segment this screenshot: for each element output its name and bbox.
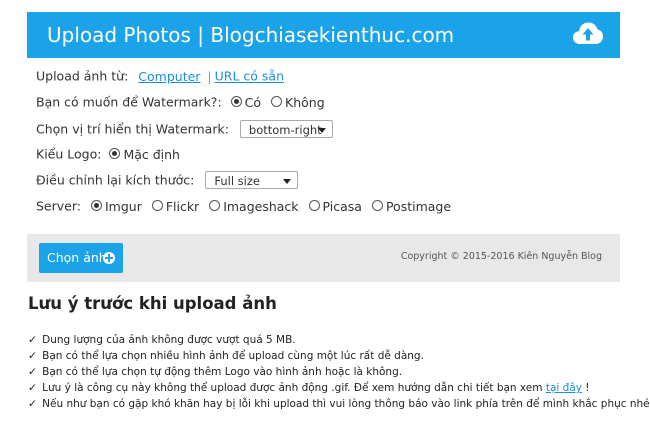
choose-image-button[interactable]: Chọn ảnh (39, 243, 123, 273)
server-imageshack-radio[interactable] (209, 200, 221, 211)
chevron-down-icon (283, 178, 292, 184)
server-imageshack-label: Imageshack (223, 198, 299, 214)
server-flickr-label: Flickr (165, 198, 200, 214)
logo-default-radio[interactable] (109, 148, 121, 159)
separator: | (207, 68, 212, 84)
resize-label: Điều chỉnh lại kích thước: (36, 172, 195, 188)
guide-link[interactable]: tại đây (546, 382, 582, 394)
resize-select[interactable]: Full size (205, 170, 299, 189)
server-label: Server: (36, 198, 81, 214)
note-text-end: ! (581, 382, 590, 394)
upload-from-label: Upload ảnh từ: (36, 68, 129, 84)
copyright-text: Copyright © 2015-2016 Kiên Nguyễn Blog (400, 251, 602, 262)
watermark-position-select[interactable]: bottom-right (239, 119, 333, 138)
check-icon: ✓ (28, 366, 37, 378)
list-item: ✓ Dung lượng của ảnh không được vượt quá… (28, 332, 650, 348)
upload-panel: Upload Photos | Blogchiasekienthuc.com U… (27, 12, 620, 282)
row-resize: Điều chỉnh lại kích thước: Full size (36, 170, 299, 190)
logo-default-label: Mặc định (123, 146, 180, 162)
list-item: ✓ Nếu như bạn có gặp khó khăn hay bị lỗi… (28, 396, 650, 412)
note-text: Dung lượng của ảnh không được vượt quá 5… (42, 334, 296, 346)
plus-circle-icon (103, 252, 115, 264)
server-picasa-label: Picasa (322, 198, 362, 214)
header-bar: Upload Photos | Blogchiasekienthuc.com (27, 12, 620, 58)
choose-image-label: Chọn ảnh (47, 250, 107, 265)
logo-type-label: Kiểu Logo: (36, 146, 102, 162)
watermark-no-radio[interactable] (271, 96, 283, 107)
page-title: Upload Photos | Blogchiasekienthuc.com (47, 23, 455, 47)
list-item: ✓ Lưu ý là công cụ này không thể upload … (28, 380, 650, 396)
cloud-upload-icon[interactable] (572, 20, 604, 48)
row-logo-type: Kiểu Logo: Mặc định (36, 144, 184, 164)
check-icon: ✓ (28, 334, 37, 346)
server-imgur-label: Imgur (104, 198, 142, 214)
list-item: ✓ Bạn có thể lựa chọn tự động thêm Logo … (28, 364, 650, 380)
chevron-down-icon (317, 127, 326, 133)
watermark-no-label: Không (285, 94, 325, 110)
server-imgur-radio[interactable] (90, 200, 102, 211)
server-flickr-radio[interactable] (151, 200, 163, 211)
row-watermark: Bạn có muốn để Watermark?: Có Không (36, 92, 329, 112)
check-icon: ✓ (28, 350, 37, 362)
watermark-yes-radio[interactable] (230, 96, 242, 107)
check-icon: ✓ (28, 398, 37, 410)
note-text: Bạn có thể lựa chọn nhiều hình ảnh để up… (42, 350, 424, 362)
list-item: ✓ Bạn có thể lựa chọn nhiều hình ảnh để … (28, 348, 650, 364)
upload-from-url-link[interactable]: URL có sẵn (215, 69, 284, 84)
watermark-position-value: bottom-right (248, 122, 322, 137)
server-postimage-label: Postimage (385, 198, 452, 214)
row-upload-from: Upload ảnh từ: Computer | URL có sẵn (36, 66, 284, 86)
notes-title: Lưu ý trước khi upload ảnh (28, 294, 277, 313)
watermark-position-label: Chọn vị trí hiển thị Watermark: (36, 121, 229, 137)
page: Upload Photos | Blogchiasekienthuc.com U… (0, 0, 650, 428)
note-text: Bạn có thể lựa chọn tự động thêm Logo và… (42, 366, 403, 378)
row-watermark-position: Chọn vị trí hiển thị Watermark: bottom-r… (36, 119, 333, 139)
note-text: Nếu như bạn có gặp khó khăn hay bị lỗi k… (42, 398, 650, 410)
watermark-label: Bạn có muốn để Watermark?: (36, 94, 222, 110)
action-bar: Chọn ảnh Copyright © 2015-2016 Kiên Nguy… (27, 234, 620, 282)
upload-from-computer-link[interactable]: Computer (138, 69, 200, 84)
row-server: Server: Imgur Flickr Imageshack Picasa P… (36, 196, 455, 216)
resize-value: Full size (214, 173, 260, 188)
server-postimage-radio[interactable] (371, 200, 383, 211)
server-picasa-radio[interactable] (308, 200, 320, 211)
check-icon: ✓ (28, 382, 37, 394)
notes-list: ✓ Dung lượng của ảnh không được vượt quá… (28, 332, 650, 412)
note-text: Lưu ý là công cụ này không thể upload đư… (42, 382, 543, 394)
watermark-yes-label: Có (244, 94, 262, 110)
